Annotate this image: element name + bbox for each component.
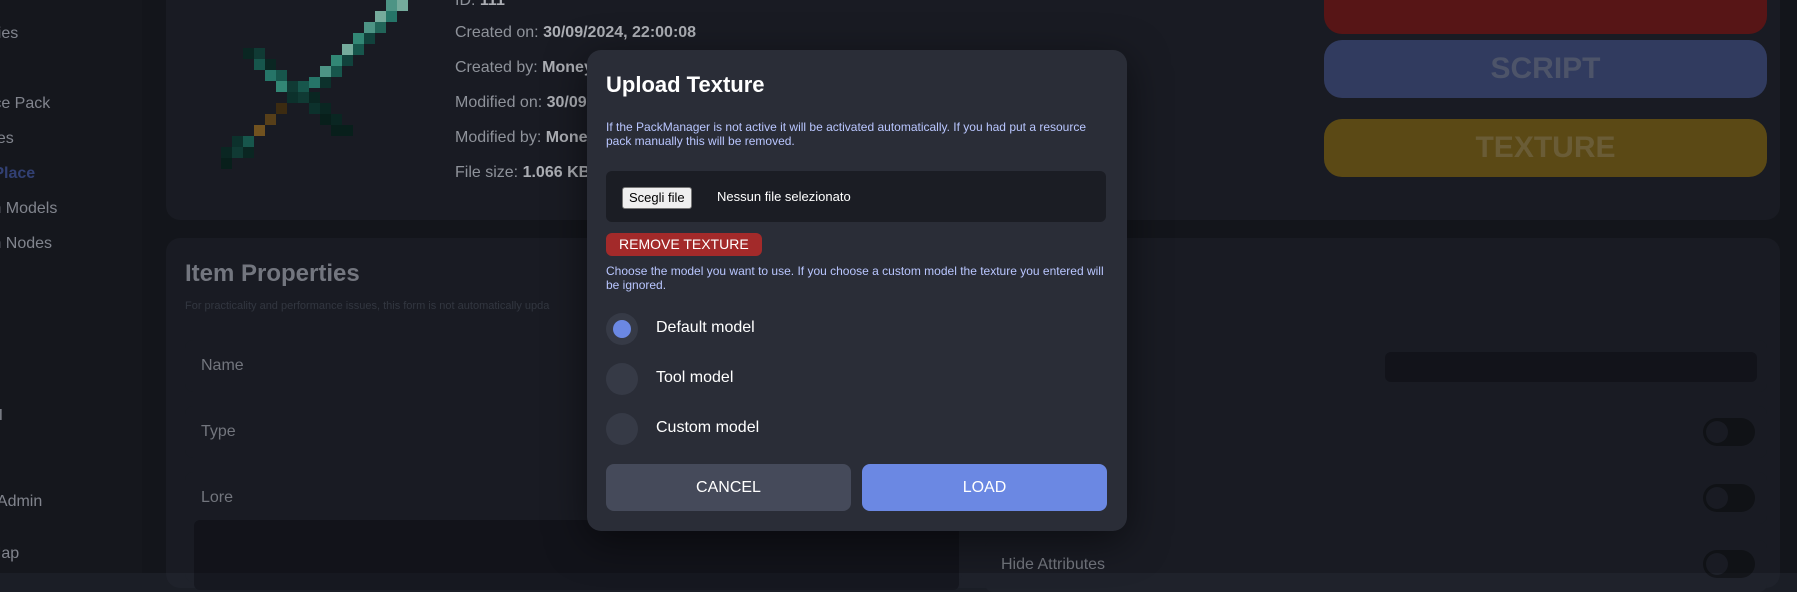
load-button[interactable]: LOAD (862, 464, 1107, 511)
file-status: Nessun file selezionato (717, 189, 851, 204)
radio-button[interactable] (606, 363, 638, 395)
modal-description: If the PackManager is not active it will… (606, 120, 1106, 148)
radio-button-selected[interactable] (606, 313, 638, 345)
upload-texture-modal: Upload Texture If the PackManager is not… (587, 50, 1127, 531)
radio-label: Tool model (656, 369, 733, 387)
radio-default-model[interactable]: Default model (606, 313, 906, 345)
radio-label: Default model (656, 319, 755, 337)
cancel-button[interactable]: CANCEL (606, 464, 851, 511)
choose-file-button[interactable]: Scegli file (622, 187, 692, 209)
file-input: Scegli file Nessun file selezionato (606, 171, 1106, 222)
radio-tool-model[interactable]: Tool model (606, 363, 906, 395)
modal-title: Upload Texture (606, 72, 765, 98)
remove-texture-button[interactable]: REMOVE TEXTURE (606, 233, 762, 256)
radio-label: Custom model (656, 419, 759, 437)
model-description: Choose the model you want to use. If you… (606, 264, 1106, 292)
radio-button[interactable] (606, 413, 638, 445)
radio-custom-model[interactable]: Custom model (606, 413, 906, 445)
